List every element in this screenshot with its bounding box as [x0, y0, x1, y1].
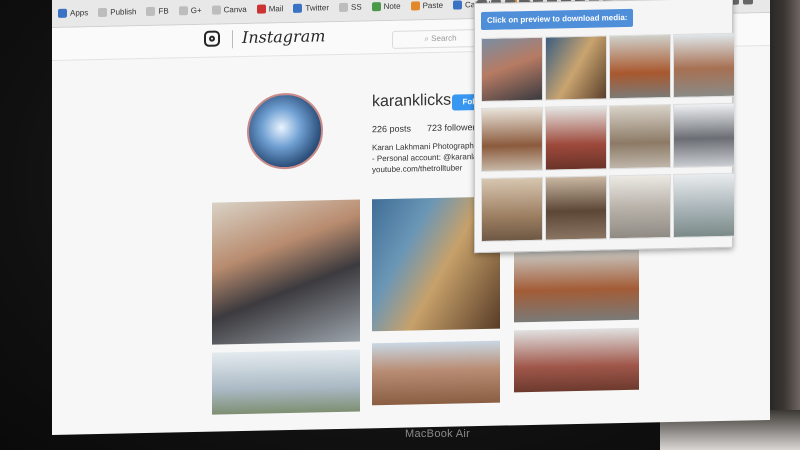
media-preview-thumbnail[interactable] — [545, 105, 607, 171]
bio-link[interactable]: youtube.com/thetrolltuber — [372, 163, 462, 174]
header-divider — [232, 30, 233, 49]
calendar-icon — [453, 0, 463, 10]
bookmark-label: Canva — [223, 4, 247, 15]
folder-icon — [338, 2, 348, 12]
note-icon — [371, 2, 381, 12]
bio-line: - Personal account: @karanla — [372, 152, 478, 164]
bookmark-label: G+ — [190, 5, 202, 16]
media-preview-thumbnail[interactable] — [545, 35, 607, 101]
followers-count[interactable]: 723 followers — [427, 122, 480, 133]
profile-username: karanklicks — [372, 91, 452, 111]
bookmark-mail[interactable]: Mail — [256, 4, 284, 14]
media-preview-thumbnail[interactable] — [673, 32, 735, 98]
avatar[interactable] — [247, 92, 323, 170]
bookmark-g-[interactable]: G+ — [178, 5, 202, 16]
bookmark-publish[interactable]: Publish — [98, 7, 137, 18]
post-photo[interactable] — [212, 349, 360, 415]
media-preview-thumbnail[interactable] — [673, 172, 735, 238]
popup-title: Click on preview to download media: — [481, 8, 634, 31]
media-preview-thumbnail[interactable] — [481, 176, 543, 243]
bio-line: Karan Lakhmani Photographe — [372, 141, 479, 153]
media-preview-thumbnail[interactable] — [545, 175, 607, 241]
bookmark-label: Apps — [70, 8, 89, 18]
search-placeholder: Search — [431, 33, 457, 44]
bookmark-note[interactable]: Note — [371, 1, 401, 12]
bookmark-paste[interactable]: Paste — [410, 0, 444, 11]
extension-icon[interactable] — [743, 0, 753, 5]
bookmark-twitter[interactable]: Twitter — [293, 3, 329, 13]
media-preview-thumbnail[interactable] — [609, 104, 671, 170]
download-media-popup: Click on preview to download media: — [474, 0, 735, 254]
media-preview-thumbnail[interactable] — [673, 102, 735, 168]
post-photo[interactable] — [372, 340, 500, 406]
media-preview-thumbnail[interactable] — [481, 36, 543, 103]
bookmark-canva[interactable]: Canva — [211, 4, 247, 15]
post-photo[interactable] — [514, 327, 639, 393]
post-photo[interactable] — [514, 249, 639, 323]
bookmark-label: FB — [158, 6, 169, 16]
bookmark-label: Twitter — [305, 3, 329, 13]
bookmark-label: Paste — [422, 0, 444, 11]
mail-icon — [256, 4, 266, 14]
bookmark-label: Note — [383, 1, 401, 12]
bookmark-label: Mail — [268, 4, 284, 14]
bookmark-label: SS — [350, 2, 362, 12]
laptop-brand-label: MacBook Air — [405, 428, 471, 440]
paste-icon — [410, 1, 420, 11]
bookmark-label: Publish — [110, 7, 137, 17]
browser-screen: Apps Publish FB G+ Canva Mail Twitter SS Note Pas… — [52, 0, 770, 435]
folder-icon — [98, 7, 108, 18]
instagram-wordmark[interactable]: Instagram — [242, 26, 325, 47]
apps-grid-icon — [58, 8, 67, 18]
bookmark-apps[interactable]: Apps — [58, 8, 88, 18]
instagram-camera-icon[interactable] — [204, 30, 220, 47]
bookmark-ss[interactable]: SS — [338, 2, 362, 12]
media-preview-thumbnail[interactable] — [609, 34, 671, 100]
twitter-icon — [293, 3, 303, 13]
media-preview-thumbnail[interactable] — [609, 174, 671, 240]
media-preview-thumbnail[interactable] — [481, 106, 543, 173]
folder-icon — [146, 6, 156, 17]
bookmark-fb[interactable]: FB — [146, 6, 169, 17]
posts-count: 226 posts — [372, 123, 412, 135]
folder-icon — [211, 5, 221, 15]
folder-icon — [178, 6, 188, 16]
post-photo[interactable] — [212, 199, 360, 345]
